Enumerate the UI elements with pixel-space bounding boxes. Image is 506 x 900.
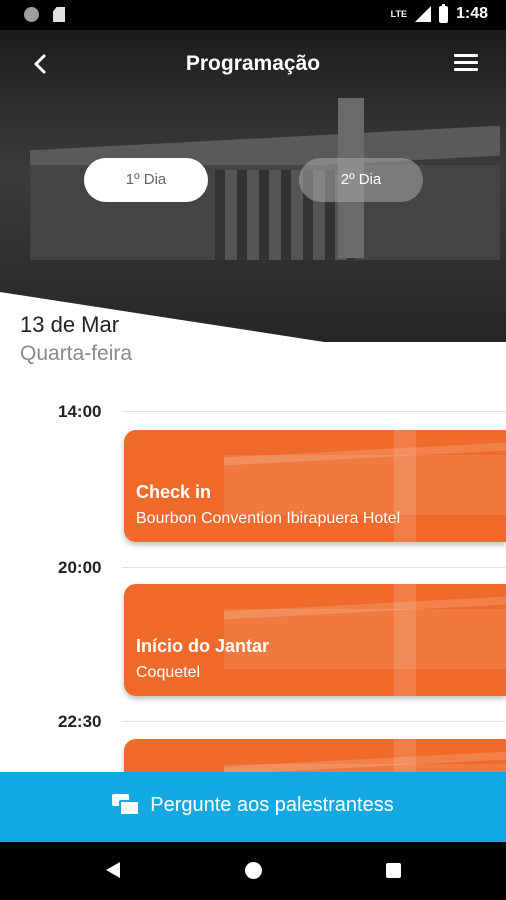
- event-card[interactable]: Início do Jantar Coquetel: [124, 584, 506, 696]
- event-subtitle: Coquetel: [136, 664, 201, 681]
- header-hero: Programação 1º Dia 2º Dia: [0, 30, 506, 342]
- event-title: Início do Jantar: [136, 636, 270, 656]
- tab-day-2[interactable]: 2º Dia: [299, 158, 423, 202]
- menu-button[interactable]: [454, 54, 478, 74]
- weekday-label: Quarta-feira: [20, 342, 133, 365]
- sd-card-icon: [53, 7, 65, 22]
- tab-day-1[interactable]: 1º Dia: [84, 158, 208, 202]
- network-type: LTE: [390, 9, 407, 19]
- slot-time: 14:00: [58, 402, 102, 421]
- chat-icon: [112, 794, 141, 816]
- slot-time: 20:00: [58, 558, 102, 577]
- slot-time: 22:30: [58, 712, 102, 731]
- system-nav-bar: [0, 842, 506, 900]
- event-card[interactable]: Check in Bourbon Convention Ibirapuera H…: [124, 430, 506, 542]
- hamburger-menu-icon: [454, 54, 478, 57]
- battery-icon: [438, 3, 448, 23]
- ask-speakers-button[interactable]: Pergunte aos palestrantess: [0, 772, 506, 842]
- slot-divider: [122, 567, 506, 568]
- nav-recents-icon[interactable]: [386, 863, 401, 878]
- status-time: 1:48: [455, 5, 488, 22]
- event-subtitle: Bourbon Convention Ibirapuera Hotel: [136, 510, 401, 527]
- ask-speakers-label: Pergunte aos palestrantess: [150, 794, 394, 816]
- date-label: 13 de Mar: [20, 312, 120, 337]
- notification-dot-icon: [24, 7, 39, 22]
- event-title: Check in: [136, 482, 212, 502]
- nav-back-icon[interactable]: [106, 862, 120, 878]
- slot-divider: [122, 721, 506, 722]
- nav-home-icon[interactable]: [245, 862, 262, 879]
- status-bar: LTE 1:48: [0, 0, 506, 30]
- slot-divider: [122, 411, 506, 412]
- page-title: Programação: [185, 52, 321, 75]
- signal-icon: [414, 6, 431, 22]
